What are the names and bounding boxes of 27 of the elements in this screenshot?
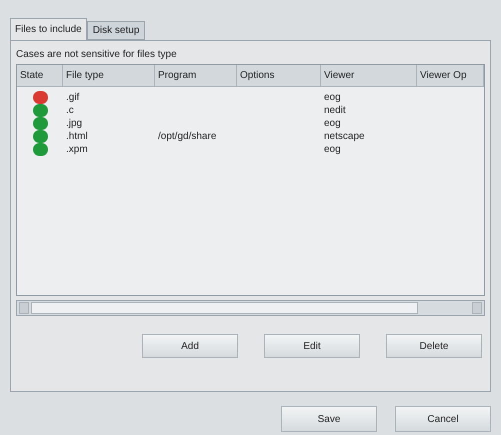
tab[interactable]: Files to include: [10, 18, 87, 40]
dialog-button[interactable]: Save: [281, 406, 377, 432]
scrollbar-thumb[interactable]: [31, 302, 418, 314]
horizontal-scrollbar[interactable]: [16, 300, 485, 316]
column-header[interactable]: Options: [237, 65, 321, 87]
action-button[interactable]: Add: [142, 334, 238, 358]
column-header[interactable]: Viewer: [321, 65, 417, 87]
tab[interactable]: Disk setup: [86, 21, 146, 40]
table-cell: eog: [324, 92, 341, 103]
table-cell: netscape: [324, 131, 365, 142]
table-cell: .c: [66, 105, 74, 116]
table-cell: nedit: [324, 105, 346, 116]
table-cell: eog: [324, 118, 341, 129]
action-button[interactable]: Delete: [386, 334, 482, 358]
table-cell: .gif: [66, 92, 80, 103]
action-button[interactable]: Edit: [264, 334, 360, 358]
table-cell: /opt/gd/share: [158, 131, 216, 142]
info-label: Cases are not sensitive for files type: [16, 48, 178, 62]
table-cell: .jpg: [66, 118, 82, 129]
dialog-button[interactable]: Cancel: [395, 406, 491, 432]
table-cell: eog: [324, 144, 341, 155]
column-header[interactable]: File type: [63, 65, 155, 87]
column-header[interactable]: State: [17, 65, 63, 87]
column-header[interactable]: Viewer Op: [417, 65, 484, 87]
table-cell: .xpm: [66, 144, 88, 155]
table-cell: .html: [66, 131, 88, 142]
column-header[interactable]: Program: [155, 65, 237, 87]
